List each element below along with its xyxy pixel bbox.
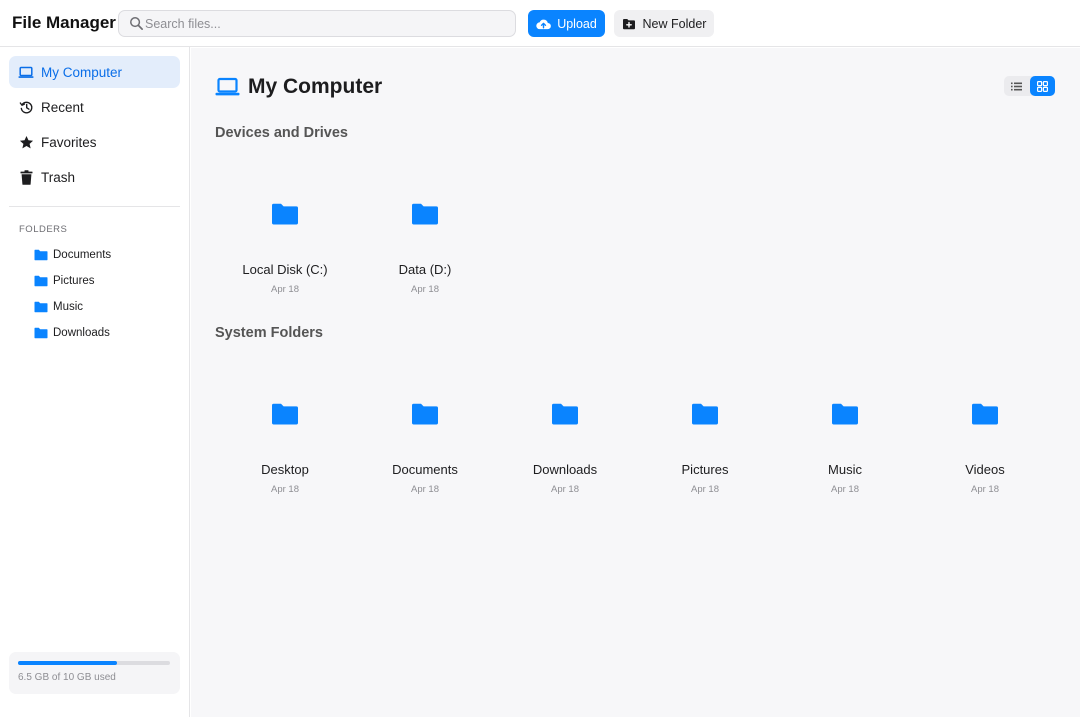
trash-icon [18, 169, 34, 185]
folder-icon [832, 403, 858, 425]
drive-tile-data-d[interactable]: Data (D:) Apr 18 [355, 173, 495, 303]
folders-heading: FOLDERS [19, 224, 68, 235]
sidebar-folder-label: Music [53, 301, 84, 313]
star-icon [18, 134, 34, 150]
folder-icon [272, 203, 298, 225]
tile-name: Documents [392, 462, 458, 477]
folder-tile-documents[interactable]: Documents Apr 18 [355, 373, 495, 503]
laptop-icon [215, 77, 240, 96]
tile-date: Apr 18 [551, 484, 579, 495]
grid-view-button[interactable] [1030, 76, 1055, 96]
main-content: My Computer Devices and Drives Local Dis… [191, 48, 1080, 717]
tile-name: Desktop [261, 462, 309, 477]
tile-name: Local Disk (C:) [242, 262, 328, 277]
cloud-upload-icon [536, 19, 552, 29]
page-title: My Computer [215, 74, 382, 100]
folder-icon [552, 403, 578, 425]
sidebar-item-label: Recent [41, 99, 84, 115]
tile-date: Apr 18 [411, 484, 439, 495]
storage-text: 6.5 GB of 10 GB used [18, 672, 116, 683]
sidebar-item-trash[interactable]: Trash [9, 161, 180, 193]
folder-icon [412, 203, 438, 225]
folder-plus-icon [622, 18, 635, 29]
sidebar-item-label: Trash [41, 169, 76, 185]
tile-name: Data (D:) [398, 262, 452, 277]
upload-button[interactable]: Upload [528, 10, 605, 37]
sidebar-item-recent[interactable]: Recent [9, 91, 180, 123]
section-title: Devices and Drives [215, 125, 348, 141]
sidebar-item-favorites[interactable]: Favorites [9, 126, 180, 158]
grid-icon [1037, 80, 1048, 92]
laptop-icon [18, 64, 34, 80]
new-folder-button[interactable]: New Folder [614, 10, 714, 37]
tile-date: Apr 18 [271, 484, 299, 495]
tile-name: Downloads [532, 462, 598, 477]
sidebar-folder-documents[interactable]: Documents [34, 246, 111, 264]
sidebar-folder-label: Downloads [53, 327, 110, 339]
sidebar-folder-pictures[interactable]: Pictures [34, 272, 95, 290]
folder-tile-desktop[interactable]: Desktop Apr 18 [215, 373, 355, 503]
drive-tile-local-disk-c[interactable]: Local Disk (C:) Apr 18 [215, 173, 355, 303]
storage-progress-bar [18, 661, 170, 665]
page-title-text: My Computer [248, 75, 383, 98]
sidebar-item-label: My Computer [41, 64, 123, 80]
folder-icon [34, 327, 48, 339]
tile-date: Apr 18 [691, 484, 719, 495]
storage-widget: 6.5 GB of 10 GB used [9, 652, 180, 694]
top-bar: File Manager Upload New Folder [0, 0, 1080, 47]
tile-name: Pictures [681, 462, 729, 477]
tile-date: Apr 18 [271, 284, 299, 295]
tile-name: Videos [965, 462, 1005, 477]
folder-icon [692, 403, 718, 425]
folder-icon [412, 403, 438, 425]
folder-tile-music[interactable]: Music Apr 18 [775, 373, 915, 503]
sidebar: My Computer Recent Favorites Trash FOLDE… [0, 47, 190, 717]
search-icon [130, 17, 143, 30]
search-input[interactable] [145, 14, 505, 34]
sidebar-folder-label: Pictures [53, 275, 95, 287]
folder-icon [972, 403, 998, 425]
sidebar-folder-music[interactable]: Music [34, 298, 83, 316]
folder-icon [34, 275, 48, 287]
sidebar-item-label: Favorites [41, 134, 97, 150]
list-view-button[interactable] [1004, 76, 1029, 96]
history-icon [18, 99, 34, 115]
folder-icon [34, 249, 48, 261]
upload-button-label: Upload [557, 16, 597, 31]
tile-date: Apr 18 [971, 484, 999, 495]
search-box[interactable] [118, 10, 516, 37]
app-title: File Manager [12, 13, 116, 32]
sidebar-item-my-computer[interactable]: My Computer [9, 56, 180, 88]
tile-date: Apr 18 [831, 484, 859, 495]
view-toggle [1004, 76, 1055, 96]
folder-icon [272, 403, 298, 425]
folder-tile-pictures[interactable]: Pictures Apr 18 [635, 373, 775, 503]
sidebar-folder-downloads[interactable]: Downloads [34, 324, 110, 342]
sidebar-divider [9, 206, 180, 207]
storage-progress-fill [18, 661, 117, 665]
sidebar-folder-label: Documents [53, 249, 112, 261]
tile-date: Apr 18 [411, 284, 439, 295]
new-folder-button-label: New Folder [642, 16, 707, 31]
tile-name: Music [828, 462, 862, 477]
list-icon [1011, 82, 1022, 90]
folder-tile-downloads[interactable]: Downloads Apr 18 [495, 373, 635, 503]
section-title: System Folders [215, 325, 323, 341]
folder-icon [34, 301, 48, 313]
folder-tile-videos[interactable]: Videos Apr 18 [915, 373, 1055, 503]
